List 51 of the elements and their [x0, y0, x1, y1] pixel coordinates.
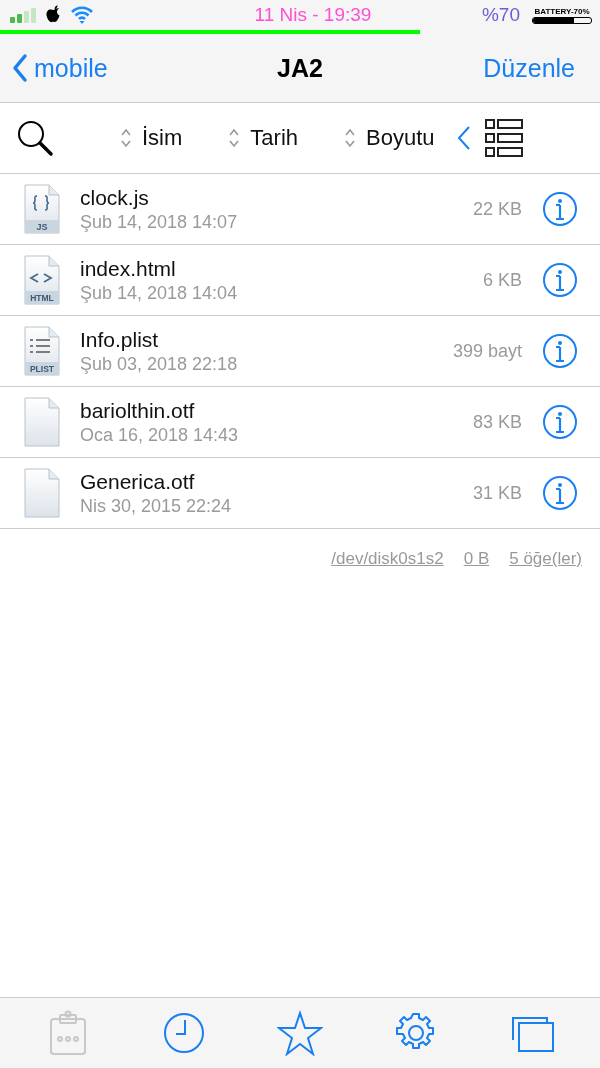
window-title: JA2	[277, 53, 323, 83]
info-icon[interactable]	[542, 333, 578, 369]
list-view-icon[interactable]	[484, 119, 523, 157]
file-name: Info.plist	[80, 327, 160, 352]
file-date: Şub 14, 2018 14:04	[80, 282, 239, 304]
sort-button[interactable]: İsim	[120, 125, 183, 151]
info-icon[interactable]	[542, 191, 578, 227]
file-name: bariolthin.otf	[80, 398, 196, 423]
file-row[interactable]: bariolthin.otf Oca 16, 2018 14:43 83 KB	[0, 387, 600, 458]
file-date: Şub 03, 2018 22:18	[80, 353, 239, 375]
file-name: index.html	[80, 256, 177, 281]
info-icon[interactable]	[542, 475, 578, 511]
file-icon: PLIST	[24, 326, 60, 376]
file-date: Nis 30, 2015 22:24	[80, 495, 233, 517]
wifi-icon	[70, 6, 94, 24]
star-tab[interactable]	[277, 1010, 323, 1056]
sort-arrows-icon	[344, 127, 356, 149]
file-row[interactable]: JS clock.js Şub 14, 2018 14:07 22 KB	[0, 174, 600, 245]
info-icon[interactable]	[542, 262, 578, 298]
status-time: 11 Nis - 19:39	[253, 4, 373, 26]
search-icon[interactable]	[16, 119, 54, 157]
file-date: Şub 14, 2018 14:07	[80, 211, 239, 233]
back-chevron-icon	[12, 53, 28, 83]
sort-button[interactable]: Tarih	[228, 125, 298, 151]
file-date: Oca 16, 2018 14:43	[80, 424, 240, 446]
battery-percent: %70	[481, 4, 520, 26]
file-size: 6 KB	[482, 269, 522, 291]
edit-button[interactable]: Düzenle	[483, 53, 575, 83]
file-row[interactable]: PLIST Info.plist Şub 03, 2018 22:18 399 bayt	[0, 316, 600, 387]
clock-tab[interactable]	[161, 1010, 207, 1056]
file-icon	[24, 397, 60, 447]
file-icon: JS	[24, 184, 60, 234]
sort-arrows-icon	[120, 127, 132, 149]
file-size: 399 bayt	[452, 340, 522, 362]
file-size: 22 KB	[472, 198, 522, 220]
info-icon[interactable]	[542, 404, 578, 440]
file-size: 31 KB	[472, 482, 522, 504]
battery-icon	[532, 16, 592, 24]
file-icon: HTML	[24, 255, 60, 305]
chevron-left-icon[interactable]	[456, 125, 471, 151]
file-row[interactable]: Generica.otf Nis 30, 2015 22:24 31 KB	[0, 458, 600, 529]
battery-label: BATTERY-70%	[534, 6, 590, 16]
sort-arrows-icon	[228, 127, 241, 149]
sort-button[interactable]: Boyutu	[344, 125, 435, 151]
file-icon	[24, 468, 60, 518]
signal-icon	[10, 7, 38, 23]
back-button[interactable]: mobile	[12, 53, 108, 83]
file-size: 83 KB	[472, 411, 522, 433]
file-name: clock.js	[80, 185, 150, 210]
file-row[interactable]: HTML index.html Şub 14, 2018 14:04 6 KB	[0, 245, 600, 316]
file-name: Generica.otf	[80, 469, 196, 494]
